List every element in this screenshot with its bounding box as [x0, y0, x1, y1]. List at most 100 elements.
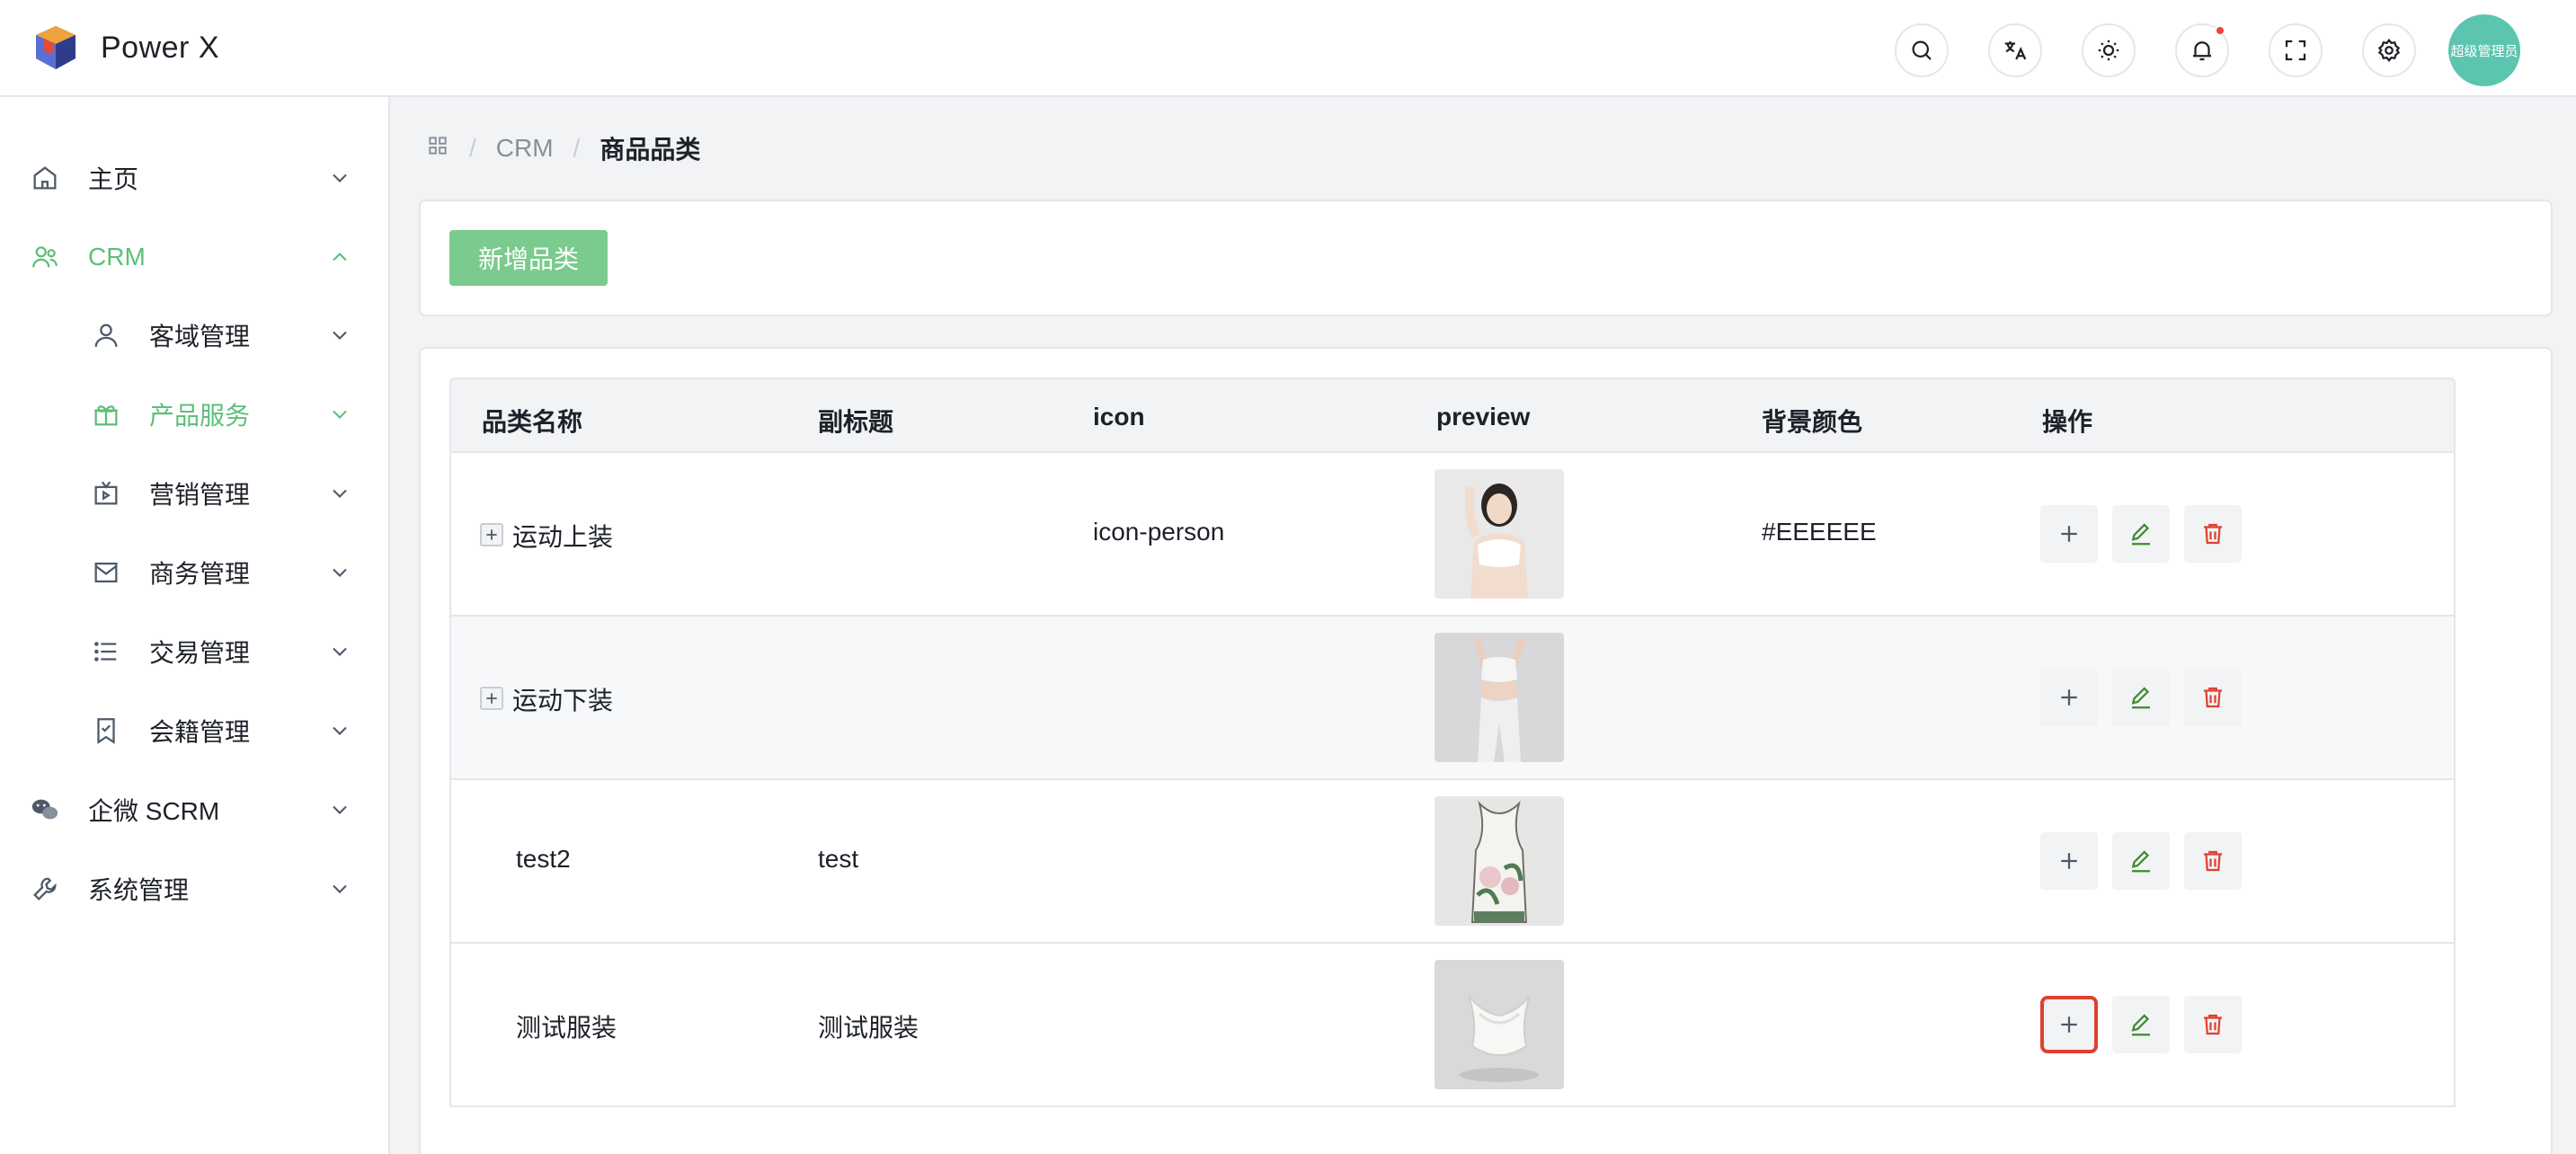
breadcrumb-current: 商品品类 — [600, 136, 701, 164]
column-header-subtitle: 副标题 — [818, 408, 894, 436]
table-row: test2 test — [449, 780, 2456, 944]
home-icon — [33, 166, 57, 190]
plus-icon — [2061, 853, 2077, 869]
tv-icon — [94, 481, 118, 505]
sidebar-item-product-service[interactable]: 产品服务 — [0, 378, 388, 450]
sidebar-item-system[interactable]: 系统管理 — [0, 853, 388, 925]
sidebar-item-label: 企微 SCRM — [88, 797, 220, 825]
category-name: test2 — [516, 845, 571, 873]
chevron-down-icon — [333, 805, 347, 814]
table-row: 测试服装 测试服装 — [449, 944, 2456, 1107]
toolbar-card: 新增品类 — [419, 200, 2553, 316]
chevron-down-icon — [333, 173, 347, 182]
chevron-down-icon — [333, 647, 347, 656]
add-child-button[interactable] — [2040, 505, 2098, 563]
sidebar-item-wecom-scrm[interactable]: 企微 SCRM — [0, 774, 388, 846]
edit-button[interactable] — [2112, 832, 2170, 890]
plus-icon — [2061, 689, 2077, 706]
fullscreen-button[interactable] — [2269, 23, 2323, 77]
category-subtitle: test — [818, 845, 859, 873]
top-header: Power X 超级管理员 — [0, 0, 2576, 97]
table-row: 运动下装 — [449, 617, 2456, 780]
sidebar: 主页 CRM 客域管理 产品服务 营销管理 商务管理 交易管理 会籍管理 企微 … — [0, 97, 390, 1154]
notifications-button[interactable] — [2175, 23, 2229, 77]
search-button[interactable] — [1895, 23, 1949, 77]
edit-icon — [2131, 1014, 2150, 1036]
sidebar-item-customer-domain[interactable]: 客域管理 — [0, 299, 388, 371]
add-child-button[interactable] — [2040, 996, 2098, 1053]
edit-button[interactable] — [2112, 996, 2170, 1053]
chevron-down-icon — [333, 726, 347, 735]
sidebar-item-marketing[interactable]: 营销管理 — [0, 457, 388, 529]
breadcrumb: / CRM / 商品品类 — [426, 126, 700, 171]
add-child-button[interactable] — [2040, 669, 2098, 726]
add-category-button[interactable]: 新增品类 — [449, 230, 608, 286]
delete-button[interactable] — [2184, 505, 2242, 563]
mail-icon — [94, 562, 118, 583]
fullscreen-icon — [2285, 40, 2306, 61]
sidebar-item-transactions[interactable]: 交易管理 — [0, 616, 388, 688]
chevron-up-icon — [333, 253, 347, 262]
list-icon — [94, 642, 117, 661]
sidebar-item-label: 客域管理 — [149, 323, 251, 351]
bookmark-icon — [97, 718, 115, 744]
edit-icon — [2131, 687, 2150, 709]
sidebar-item-label: CRM — [88, 243, 146, 271]
plus-icon — [486, 529, 497, 540]
sidebar-item-label: 主页 — [88, 165, 139, 193]
sidebar-item-home[interactable]: 主页 — [0, 142, 388, 214]
breadcrumb-separator: / — [573, 134, 581, 162]
edit-icon — [2131, 523, 2150, 546]
wechat-icon — [31, 799, 58, 820]
gift-icon — [94, 405, 118, 426]
category-name: 运动下装 — [512, 687, 614, 715]
settings-button[interactable] — [2362, 23, 2416, 77]
add-child-button[interactable] — [2040, 832, 2098, 890]
column-header-preview: preview — [1436, 403, 1531, 431]
translate-icon — [2004, 41, 2027, 60]
chevron-down-icon — [333, 489, 347, 498]
sidebar-item-membership[interactable]: 会籍管理 — [0, 695, 388, 767]
plus-icon — [486, 693, 497, 704]
sidebar-item-label: 会籍管理 — [149, 718, 251, 746]
chevron-down-icon — [333, 884, 347, 893]
chevron-down-icon — [333, 331, 347, 340]
breadcrumb-item-crm[interactable]: CRM — [496, 134, 554, 163]
brand[interactable]: Power X — [31, 22, 219, 73]
category-icon: icon-person — [1093, 518, 1225, 546]
user-avatar[interactable]: 超级管理员 — [2448, 14, 2520, 86]
sidebar-item-label: 系统管理 — [88, 876, 190, 904]
table-header: 品类名称 副标题 icon preview 背景颜色 操作 — [449, 377, 2456, 453]
delete-button[interactable] — [2184, 832, 2242, 890]
preview-image[interactable] — [1435, 796, 1564, 926]
sidebar-item-label: 营销管理 — [149, 481, 251, 509]
notification-badge — [2215, 25, 2225, 36]
settings-icon — [2377, 38, 2401, 63]
edit-button[interactable] — [2112, 669, 2170, 726]
apps-grid-icon[interactable] — [426, 134, 449, 164]
chevron-down-icon — [333, 410, 347, 419]
expand-row-toggle[interactable] — [480, 523, 503, 546]
users-icon — [32, 246, 58, 268]
delete-button[interactable] — [2184, 669, 2242, 726]
header-tools: 超级管理员 — [1895, 14, 2520, 86]
expand-row-toggle[interactable] — [480, 687, 503, 710]
column-header-actions: 操作 — [2042, 408, 2093, 436]
preview-image[interactable] — [1435, 633, 1564, 762]
table-card: 品类名称 副标题 icon preview 背景颜色 操作 运动上装 icon-… — [419, 347, 2553, 1154]
column-header-icon: icon — [1093, 403, 1145, 431]
category-name: 运动上装 — [512, 523, 614, 551]
breadcrumb-separator: / — [469, 134, 476, 162]
theme-toggle-button[interactable] — [2082, 23, 2136, 77]
chevron-down-icon — [333, 568, 347, 577]
edit-button[interactable] — [2112, 505, 2170, 563]
search-icon — [1912, 40, 1932, 60]
sidebar-item-business[interactable]: 商务管理 — [0, 537, 388, 608]
preview-image[interactable] — [1435, 469, 1564, 599]
preview-image[interactable] — [1435, 960, 1564, 1089]
language-button[interactable] — [1988, 23, 2042, 77]
sidebar-item-crm[interactable]: CRM — [0, 221, 388, 293]
delete-button[interactable] — [2184, 996, 2242, 1053]
trash-icon — [2204, 850, 2222, 872]
trash-icon — [2204, 687, 2222, 708]
